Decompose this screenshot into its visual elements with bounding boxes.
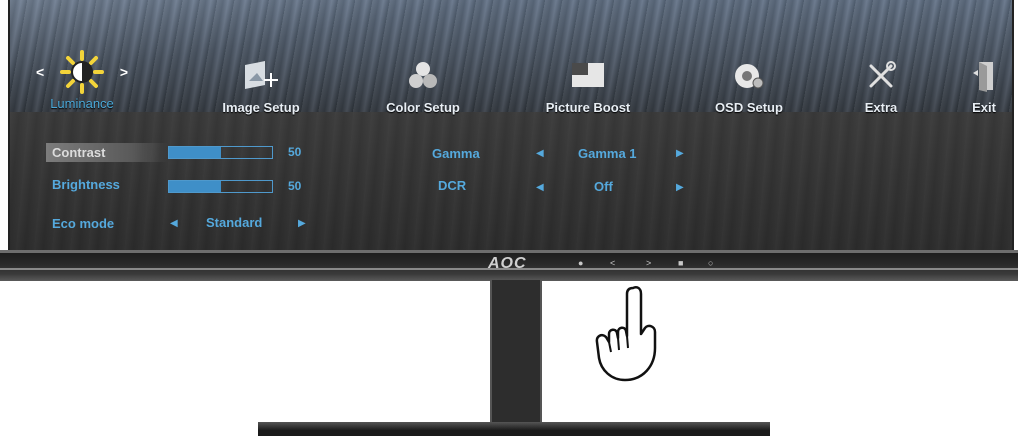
auto-button-icon[interactable]: ○ <box>708 258 713 268</box>
triangle-left-icon[interactable]: ◀ <box>536 148 544 159</box>
color-setup-icon <box>393 56 453 96</box>
triangle-left-icon[interactable]: ◀ <box>170 218 178 229</box>
menu-label: Extra <box>864 100 898 115</box>
menu-label: Picture Boost <box>545 100 631 115</box>
image-setup-icon <box>231 56 291 96</box>
monitor-stand-neck <box>490 280 542 426</box>
dcr-label[interactable]: DCR <box>438 178 466 193</box>
menu-label: OSD Setup <box>715 100 783 115</box>
menu-item-color-setup[interactable]: Color Setup <box>368 56 478 115</box>
picture-boost-icon <box>558 56 618 96</box>
triangle-left-icon[interactable]: ◀ <box>536 182 544 193</box>
osd-menu-bar: < > Luminance Image Setup Color Setup Pi… <box>10 50 1012 126</box>
menu-item-exit[interactable]: Exit <box>956 56 1012 115</box>
chevron-left-icon[interactable]: < <box>36 64 44 80</box>
triangle-right-icon[interactable]: ▶ <box>676 148 684 159</box>
aoc-logo: AOC <box>488 255 527 272</box>
contrast-slider[interactable] <box>168 146 273 159</box>
triangle-right-icon[interactable]: ▶ <box>298 218 306 229</box>
menu-item-extra[interactable]: Extra <box>836 56 926 115</box>
settings-panel <box>10 112 1012 250</box>
left-button-icon[interactable]: < <box>610 258 615 268</box>
power-button-icon[interactable]: ● <box>578 258 583 268</box>
menu-item-picture-boost[interactable]: Picture Boost <box>528 56 648 115</box>
eco-mode-value: Standard <box>206 215 263 230</box>
menu-label: Exit <box>972 100 996 115</box>
monitor-stand-base <box>258 422 770 436</box>
pointing-hand-icon <box>585 282 671 391</box>
exit-door-icon <box>964 56 1004 96</box>
brightness-label[interactable]: Brightness <box>52 177 120 192</box>
monitor-screen: < > Luminance Image Setup Color Setup Pi… <box>8 0 1014 250</box>
menu-item-image-setup[interactable]: Image Setup <box>206 56 316 115</box>
dcr-value: Off <box>594 179 613 194</box>
contrast-slider-fill <box>169 147 221 158</box>
contrast-value: 50 <box>288 145 302 159</box>
sun-icon <box>52 50 112 94</box>
menu-item-osd-setup[interactable]: OSD Setup <box>694 56 804 115</box>
brightness-value: 50 <box>288 179 302 193</box>
menu-label: Color Setup <box>386 100 460 115</box>
menu-button-icon[interactable]: ■ <box>678 258 683 268</box>
brightness-slider[interactable] <box>168 180 273 193</box>
menu-label: Luminance <box>50 96 114 111</box>
tools-icon <box>851 56 911 96</box>
eco-mode-label[interactable]: Eco mode <box>52 216 114 231</box>
menu-label: Image Setup <box>222 100 300 115</box>
contrast-label[interactable]: Contrast <box>46 143 168 162</box>
gamma-label[interactable]: Gamma <box>432 146 480 161</box>
brightness-slider-fill <box>169 181 221 192</box>
triangle-right-icon[interactable]: ▶ <box>676 182 684 193</box>
right-button-icon[interactable]: > <box>646 258 651 268</box>
chevron-right-icon[interactable]: > <box>120 64 128 80</box>
osd-setup-icon <box>719 56 779 96</box>
menu-item-luminance[interactable]: < > Luminance <box>32 50 132 111</box>
gamma-value: Gamma 1 <box>578 146 637 161</box>
